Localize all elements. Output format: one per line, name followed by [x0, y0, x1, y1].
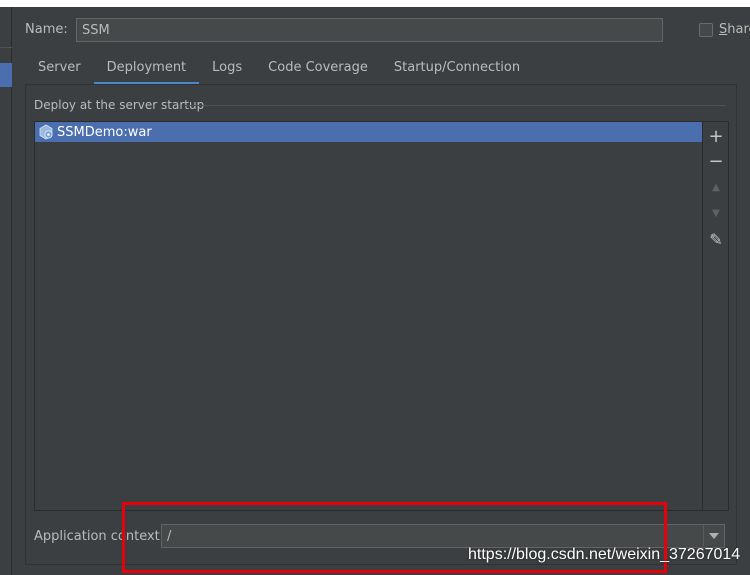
- list-item[interactable]: SSMDemo:war: [35, 122, 702, 142]
- config-tree-pane[interactable]: [0, 7, 12, 575]
- name-label: Name:: [25, 22, 68, 37]
- deploy-group-title: Deploy at the server startup: [34, 98, 205, 112]
- war-artifact-icon: [38, 124, 54, 140]
- edit-icon: ✎: [709, 229, 723, 249]
- group-separator: [185, 105, 726, 106]
- artifact-label: SSMDemo:war: [57, 124, 152, 140]
- tab-deployment[interactable]: Deployment: [93, 54, 200, 86]
- app-context-label: Application context:: [34, 529, 165, 544]
- add-button[interactable]: +: [703, 124, 729, 148]
- top-strip: [0, 0, 750, 7]
- app-context-dropdown-button[interactable]: [703, 524, 725, 548]
- remove-icon: −: [708, 150, 724, 172]
- share-label-rest: hare: [727, 22, 750, 37]
- move-down-icon: ▼: [712, 207, 720, 219]
- tree-divider: [0, 47, 12, 48]
- watermark: https://blog.csdn.net/weixin_37267014: [468, 546, 741, 563]
- tab-server[interactable]: Server: [25, 54, 94, 86]
- share-label[interactable]: Share: [719, 22, 750, 37]
- remove-button[interactable]: −: [703, 149, 729, 173]
- tab-code-coverage[interactable]: Code Coverage: [255, 54, 381, 86]
- move-down-button[interactable]: ▼: [703, 201, 729, 225]
- share-checkbox[interactable]: [699, 23, 713, 37]
- add-icon: +: [708, 125, 724, 147]
- tree-selected-item[interactable]: [0, 63, 12, 87]
- move-up-button[interactable]: ▲: [703, 175, 729, 199]
- tab-bar: Server Deployment Logs Code Coverage Sta…: [25, 54, 737, 86]
- move-up-icon: ▲: [712, 181, 720, 193]
- edit-button[interactable]: ✎: [703, 227, 729, 251]
- tab-logs[interactable]: Logs: [199, 54, 255, 86]
- app-context-input[interactable]: [161, 524, 704, 548]
- name-input[interactable]: [76, 18, 663, 42]
- chevron-down-icon: [709, 533, 719, 539]
- deploy-toolbar: + − ▲ ▼ ✎: [703, 121, 729, 511]
- tab-startup-connection[interactable]: Startup/Connection: [381, 54, 533, 86]
- deploy-list[interactable]: SSMDemo:war: [34, 121, 703, 511]
